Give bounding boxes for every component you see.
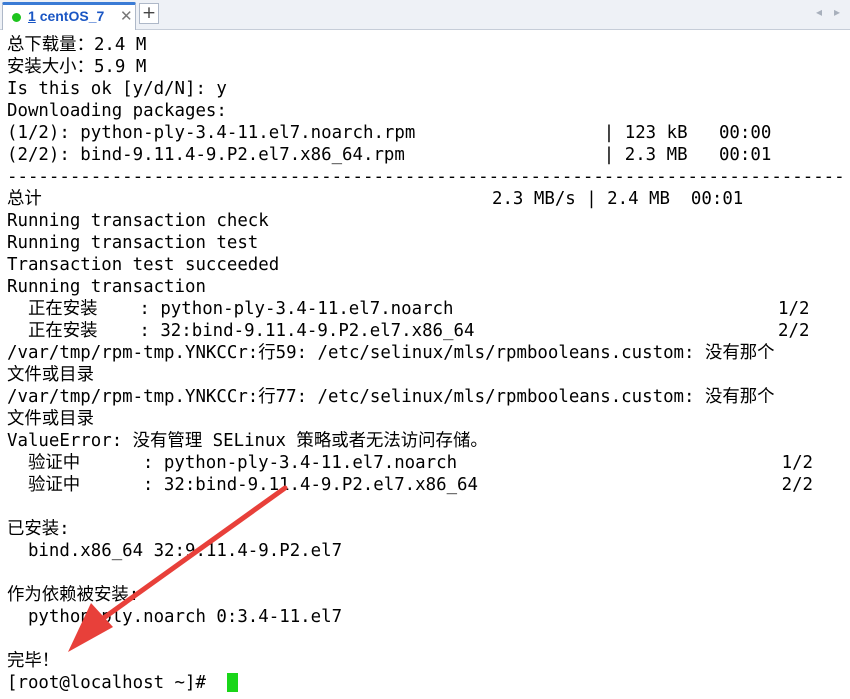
scroll-tabs-left-icon[interactable]: ◂ [816,5,822,19]
terminal-line: /var/tmp/rpm-tmp.YNKCCr:行77: /etc/selinu… [7,387,775,407]
terminal-line: Transaction test succeeded [7,255,280,275]
terminal-cursor [227,673,238,692]
terminal-line: 正在安装 : python-ply-3.4-11.el7.noarch 1/2 [7,299,810,319]
terminal-line: Is this ok [y/d/N]: y [7,79,227,99]
terminal-line: 文件或目录 [7,365,94,385]
tab-label: 1 centOS_7 [28,8,104,24]
new-tab-button[interactable]: + [139,3,159,24]
terminal-line: 总计 2.3 MB/s | 2.4 MB 00:01 [7,189,744,209]
terminal-line: 正在安装 : 32:bind-9.11.4-9.P2.el7.x86_64 2/… [7,321,810,341]
terminal-line: Downloading packages: [7,101,227,121]
terminal-line: 已安装: [7,519,70,539]
terminal-line: 完毕！ [7,651,60,671]
connection-status-icon [12,13,21,22]
terminal-line: Running transaction [7,277,206,297]
terminal-line: 总下载量：2.4 M [7,35,147,55]
terminal-line: (2/2): bind-9.11.4-9.P2.el7.x86_64.rpm |… [7,145,772,165]
prompt-line: [root@localhost ~]# [7,673,217,693]
terminal-line: 验证中 : 32:bind-9.11.4-9.P2.el7.x86_64 2/2 [7,475,814,495]
terminal-line: (1/2): python-ply-3.4-11.el7.noarch.rpm … [7,123,772,143]
terminal-line: ValueError: 没有管理 SELinux 策略或者无法访问存储。 [7,431,488,451]
terminal-line: Running transaction test [7,233,259,253]
terminal-line: python-ply.noarch 0:3.4-11.el7 [7,607,343,627]
scroll-tabs-right-icon[interactable]: ▸ [834,5,840,19]
terminal-line: 文件或目录 [7,409,94,429]
terminal-line: /var/tmp/rpm-tmp.YNKCCr:行59: /etc/selinu… [7,343,775,363]
close-icon[interactable]: ✕ [120,7,133,25]
terminal-line: Running transaction check [7,211,269,231]
terminal-line: 作为依赖被安装: [7,585,140,605]
terminal-line: 验证中 : python-ply-3.4-11.el7.noarch 1/2 [7,453,814,473]
terminal-line: 安装大小：5.9 M [7,57,147,77]
terminal-line: bind.x86_64 32:9.11.4-9.P2.el7 [7,541,343,561]
tab-centos-7[interactable]: 1 centOS_7 ✕ [2,2,136,30]
tab-bar: 1 centOS_7 ✕ + ◂ ▸ [0,0,850,30]
tab-number: 1 [28,8,36,24]
terminal-output[interactable]: 总下载量：2.4 M 安装大小：5.9 M Is this ok [y/d/N]… [0,30,850,699]
terminal-line: ----------------------------------------… [7,167,845,187]
tab-title: centOS_7 [39,8,105,24]
